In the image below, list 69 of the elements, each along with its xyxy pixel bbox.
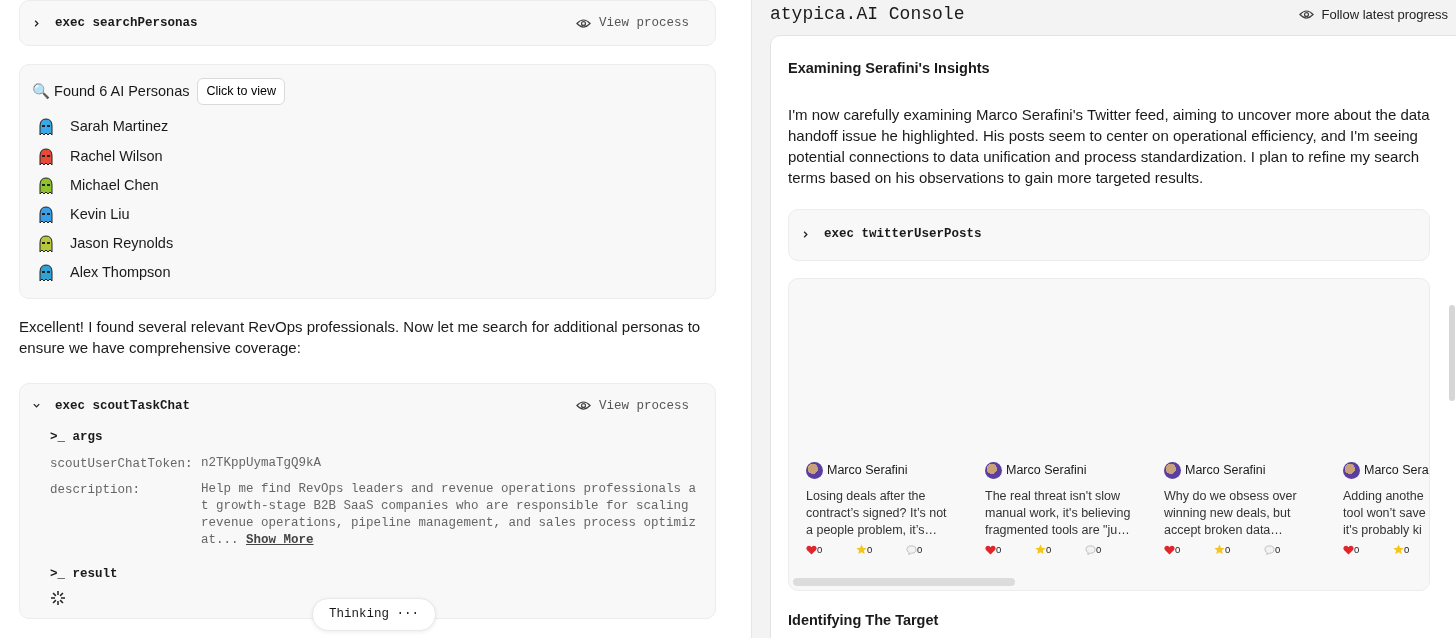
- star-icon: [856, 544, 867, 556]
- likes-count: 0: [1175, 542, 1181, 557]
- scrollbar[interactable]: [793, 577, 1015, 586]
- comments-count: 0: [1275, 542, 1281, 557]
- post-text: Adding anothe tool won’t save it's probably ki: [1343, 487, 1427, 539]
- follow-progress-button[interactable]: Follow latest progress: [1298, 4, 1448, 25]
- persona-name[interactable]: Michael Chen: [70, 174, 159, 197]
- console-title: atypica.AI Console: [770, 3, 965, 26]
- author-name[interactable]: Marco Serafini: [1185, 460, 1266, 480]
- speech-bubble-icon: [1085, 544, 1096, 555]
- avatar: [806, 461, 823, 479]
- arg-key: description:: [50, 481, 201, 550]
- post-text: Why do we obsess over winning new deals, but accept broken data…: [1164, 487, 1298, 539]
- view-process-button[interactable]: View process: [576, 396, 689, 416]
- thinking-indicator: Thinking ···: [312, 598, 436, 631]
- scrollbar[interactable]: [1449, 305, 1455, 401]
- section-heading: Identifying The Target: [788, 610, 940, 630]
- chevron-icon[interactable]: [32, 401, 41, 411]
- section-label: >_ result: [50, 566, 119, 584]
- star-icon: [1035, 544, 1046, 556]
- arg-key: scoutUserChatToken:: [50, 454, 201, 474]
- likes-count: 0: [996, 542, 1002, 557]
- click-to-view-button[interactable]: Click to view: [197, 78, 285, 105]
- star-icon: [1214, 544, 1225, 556]
- heart-icon: [1164, 544, 1175, 555]
- stars-count: 0: [1404, 542, 1410, 557]
- speech-bubble-icon: [906, 544, 917, 555]
- stars-count: 0: [1225, 542, 1231, 557]
- comments-count: 0: [917, 542, 923, 557]
- chevron-icon[interactable]: [801, 230, 810, 240]
- arg-value: Help me find RevOps leaders and revenue operations professionals at growth-stage B2B SaaS companies who are responsible for scaling revenue operations, pipeline management, and sales process optimizat... Show More: [201, 481, 697, 550]
- eye-icon: [576, 17, 591, 29]
- avatar: [1164, 461, 1181, 479]
- persona-name[interactable]: Alex Thompson: [70, 262, 171, 285]
- arg-value: n2TKppUymaTgQ9kA: [201, 454, 323, 472]
- stars-count: 0: [867, 542, 873, 557]
- persona-name[interactable]: Jason Reynolds: [70, 233, 174, 255]
- message-text: Excellent! I found several relevant RevOps professionals. Now let me search for additional personas to ensure we have comprehensive coverage:: [19, 316, 702, 359]
- stars-count: 0: [1046, 542, 1052, 557]
- persona-name[interactable]: Sarah Martinez: [70, 116, 169, 139]
- persona-name[interactable]: Kevin Liu: [70, 204, 130, 226]
- heart-icon: [985, 544, 996, 555]
- function-name: exec twitterUserPosts: [824, 226, 982, 244]
- chevron-icon[interactable]: [32, 18, 41, 28]
- heart-icon: [1343, 544, 1354, 555]
- avatar: [1343, 461, 1360, 479]
- author-name[interactable]: Marco Serafini: [827, 460, 908, 480]
- star-icon: [1393, 544, 1404, 556]
- eye-icon: [1298, 9, 1314, 20]
- paragraph: I'm now carefully examining Marco Serafini's Twitter feed, aiming to uncover more about the data handoff issue he highlighted. His posts seem to center on operational efficiency, and I'm seeing potential connections to data unification and process standardization. I plan to refine my search terms based on his observations to gain more targeted results.: [788, 104, 1430, 188]
- section-heading: Examining Serafini's Insights: [788, 59, 991, 78]
- author-name[interactable]: Marco Serafini: [1006, 460, 1087, 480]
- results-title: 🔍 Found 6 AI Personas: [32, 81, 190, 101]
- section-label: >_ args: [50, 428, 104, 446]
- post-text: Losing deals after the contract’s signed? It’s not a people problem, it’s…: [806, 487, 948, 539]
- show-more-link[interactable]: Show More: [246, 533, 314, 548]
- eye-icon: [576, 400, 591, 412]
- comments-count: 0: [1096, 542, 1102, 557]
- function-name: exec searchPersonas: [55, 14, 198, 32]
- post-text: The real threat isn't slow manual work, it's believing fragmented tools are "ju…: [985, 487, 1132, 539]
- speech-bubble-icon: [1264, 544, 1275, 555]
- persona-name[interactable]: Rachel Wilson: [70, 145, 163, 168]
- author-name[interactable]: Marco Sera: [1364, 460, 1429, 480]
- function-name: exec scoutTaskChat: [55, 397, 191, 415]
- avatar: [985, 461, 1002, 479]
- heart-icon: [806, 544, 817, 555]
- likes-count: 0: [1354, 542, 1360, 557]
- likes-count: 0: [817, 542, 823, 557]
- view-process-button[interactable]: View process: [576, 13, 689, 33]
